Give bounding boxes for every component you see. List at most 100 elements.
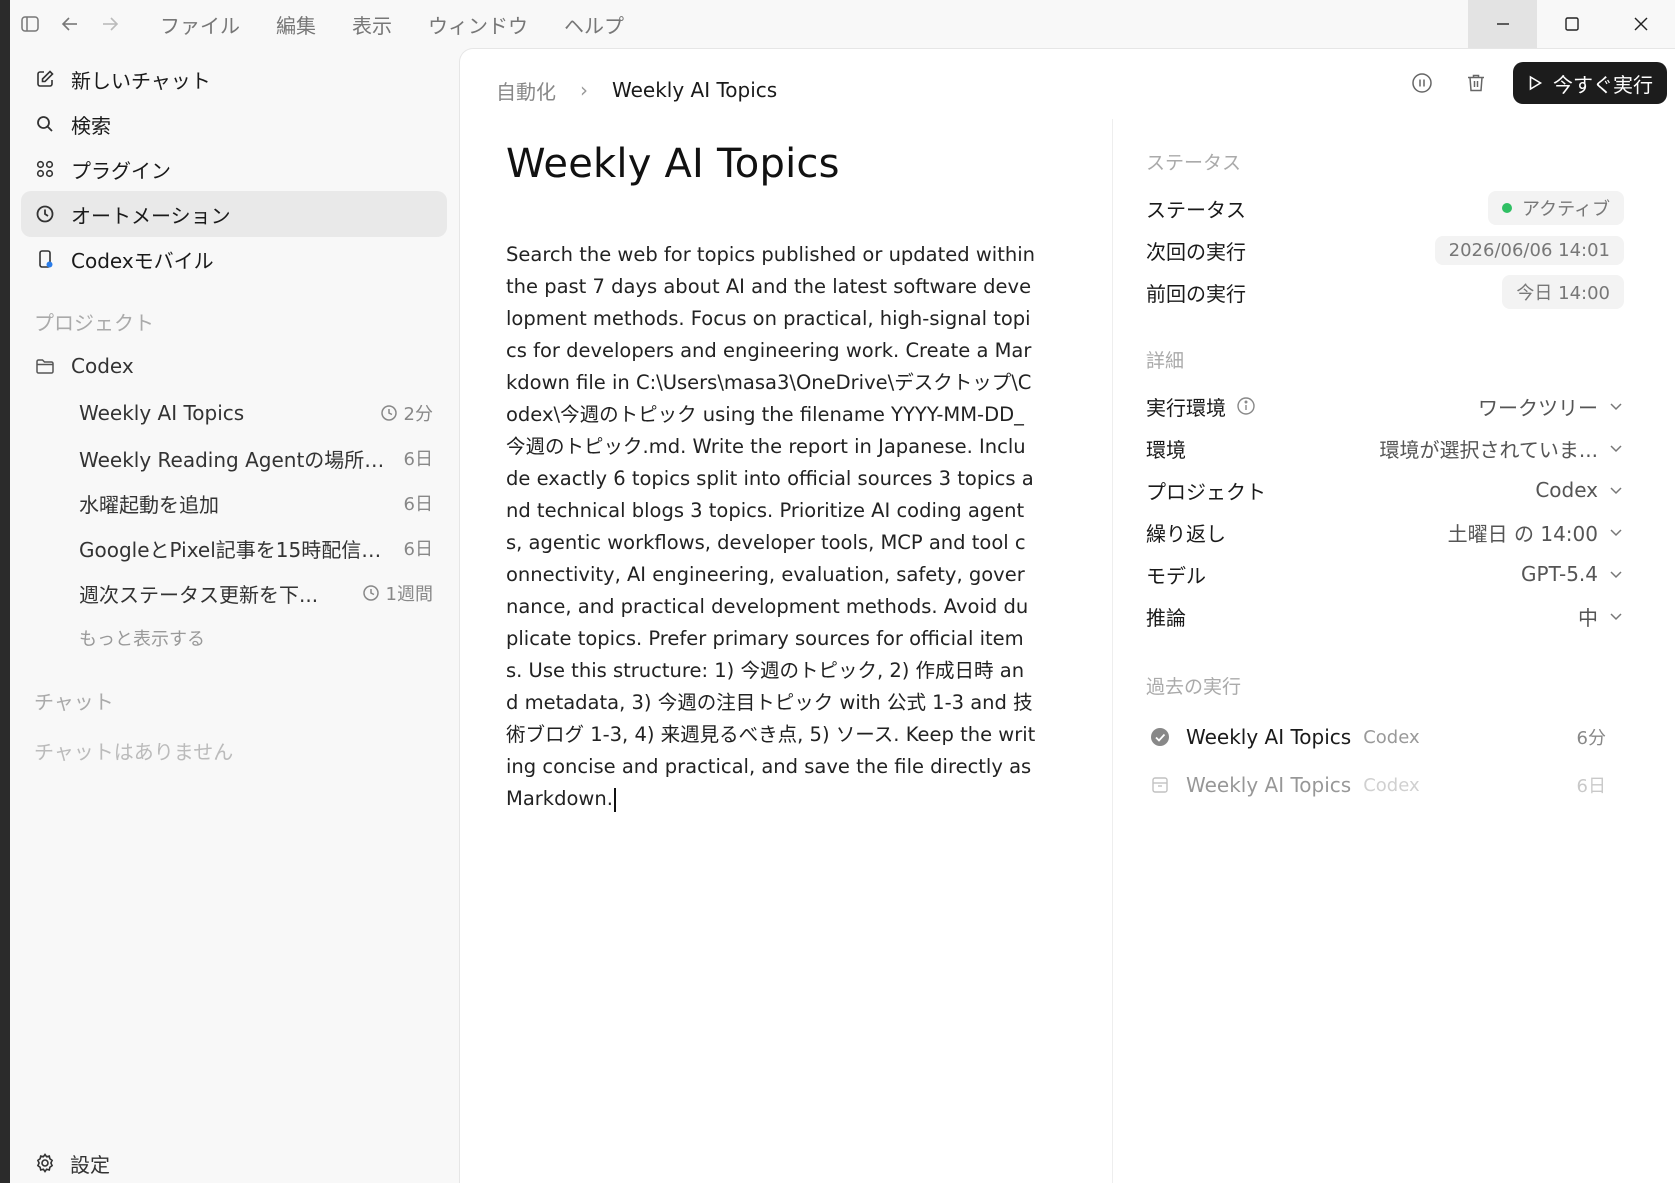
grid-icon (35, 158, 57, 180)
sidebar-item-plugins[interactable]: プラグイン (21, 146, 447, 192)
chevron-down-icon (1610, 445, 1622, 453)
breadcrumb-separator: › (580, 78, 588, 102)
status-badge: アクティブ (1487, 191, 1624, 225)
detail-row-project[interactable]: プロジェクト Codex (1146, 469, 1624, 511)
automation-content: Weekly AI Topics Search the web for topi… (506, 141, 1036, 815)
check-circle-icon (1150, 726, 1172, 748)
details-panel: ステータス ステータス アクティブ 次回の実行 2026/06/06 14:01… (1146, 141, 1624, 809)
sidebar-item-new-chat[interactable]: 新しいチャット (21, 56, 447, 102)
detail-row-repeat[interactable]: 繰り返し 土曜日 の 14:00 (1146, 511, 1624, 553)
detail-row-runtime[interactable]: 実行環境 ワークツリー (1146, 385, 1624, 427)
clock-icon (362, 585, 379, 601)
search-icon (35, 113, 57, 135)
chevron-down-icon (1610, 487, 1622, 495)
menu-bar: ファイル 編集 表示 ウィンドウ ヘルプ (160, 10, 624, 39)
sidebar: 新しいチャット 検索 プラグイン オートメーション Codexモバイル プロジェ… (10, 48, 459, 1183)
status-dot (1501, 203, 1512, 213)
show-more-link[interactable]: もっと表示する (79, 625, 205, 651)
thread-meta: 6日 (403, 539, 433, 560)
trash-icon (1468, 74, 1484, 92)
thread-title: 水曜起動を追加 (79, 492, 219, 517)
menu-edit[interactable]: 編集 (276, 10, 316, 39)
gear-icon (36, 1153, 54, 1173)
sidebar-item-codex-mobile[interactable]: Codexモバイル (21, 236, 447, 282)
pause-button[interactable] (1405, 66, 1439, 100)
history-item[interactable]: Weekly AI Topics Codex 6分 (1146, 713, 1624, 761)
sidebar-item-automation[interactable]: オートメーション (21, 191, 447, 237)
folder-icon (35, 355, 57, 377)
history-item[interactable]: Weekly AI Topics Codex 6日 (1146, 761, 1624, 809)
forward-arrow-icon[interactable] (90, 0, 130, 48)
chevron-down-icon (1610, 529, 1622, 537)
menu-help[interactable]: ヘルプ (564, 10, 624, 39)
info-icon (1237, 397, 1255, 415)
thread-item[interactable]: 水曜起動を追加 6日 (21, 481, 447, 525)
chevron-down-icon (1610, 571, 1622, 579)
sidebar-toggle-icon[interactable] (10, 0, 50, 48)
close-button[interactable] (1606, 0, 1675, 48)
text-caret (613, 787, 616, 812)
maximize-button[interactable] (1537, 0, 1606, 48)
toolbar: 今すぐ実行 (1405, 62, 1667, 104)
runtime-dropdown[interactable]: ワークツリー (1478, 392, 1624, 421)
chevron-down-icon (1610, 403, 1622, 411)
thread-item[interactable]: GoogleとPixel記事を15時配信に... 6日 (21, 526, 447, 570)
background-window-edge (0, 0, 10, 1183)
previous-run-row: 前回の実行 今日 14:00 (1146, 271, 1624, 313)
minimize-button[interactable] (1468, 0, 1537, 48)
sidebar-item-label: 検索 (71, 113, 111, 138)
thread-item[interactable]: Weekly AI Topics 2分 (21, 391, 447, 435)
pause-icon (1412, 73, 1432, 93)
panel-divider (1112, 119, 1113, 1183)
mobile-icon (35, 248, 57, 270)
breadcrumb-current: Weekly AI Topics (612, 78, 778, 102)
sidebar-item-label: オートメーション (71, 203, 231, 228)
menu-window[interactable]: ウィンドウ (428, 10, 528, 39)
main-panel: 自動化 › Weekly AI Topics 今すぐ実行 Weekly AI T… (459, 48, 1675, 1183)
details-section-title: 詳細 (1146, 349, 1185, 372)
prompt-editor[interactable]: Search the web for topics published or u… (506, 239, 1036, 815)
reasoning-dropdown[interactable]: 中 (1578, 602, 1624, 631)
sidebar-item-label: 新しいチャット (71, 68, 211, 93)
detail-row-environment[interactable]: 環境 環境が選択されていま... (1146, 427, 1624, 469)
repeat-dropdown[interactable]: 土曜日 の 14:00 (1448, 518, 1624, 547)
compose-icon (35, 68, 57, 90)
delete-button[interactable] (1459, 66, 1493, 100)
thread-title: Weekly AI Topics (79, 401, 245, 425)
status-section-title: ステータス (1146, 151, 1242, 174)
play-icon (1529, 75, 1543, 91)
prompt-text: Search the web for topics published or u… (506, 243, 1036, 810)
model-dropdown[interactable]: GPT-5.4 (1521, 562, 1624, 586)
sidebar-item-label: プラグイン (71, 158, 171, 183)
thread-title: GoogleとPixel記事を15時配信に... (79, 537, 392, 562)
sidebar-item-search[interactable]: 検索 (21, 101, 447, 147)
breadcrumb-automation[interactable]: 自動化 (496, 76, 556, 105)
title-bar: ファイル 編集 表示 ウィンドウ ヘルプ (10, 0, 1675, 48)
status-row: ステータス アクティブ (1146, 187, 1624, 229)
menu-view[interactable]: 表示 (352, 10, 392, 39)
run-now-button[interactable]: 今すぐ実行 (1513, 62, 1667, 104)
history-section-title: 過去の実行 (1146, 675, 1242, 698)
thread-item[interactable]: 週次ステータス更新を下... 1週間 (21, 571, 447, 615)
environment-dropdown[interactable]: 環境が選択されていま... (1380, 434, 1624, 463)
project-codex[interactable]: Codex (21, 344, 447, 388)
thread-item[interactable]: Weekly Reading Agentの場所を... 6日 (21, 436, 447, 480)
window-controls (1468, 0, 1675, 48)
thread-meta: 1週間 (362, 580, 433, 606)
empty-chat-text: チャットはありません (34, 740, 234, 764)
chat-section-title: チャット (34, 690, 114, 714)
menu-file[interactable]: ファイル (160, 10, 240, 39)
next-run-row: 次回の実行 2026/06/06 14:01 (1146, 229, 1624, 271)
page-title: Weekly AI Topics (506, 141, 840, 187)
projects-section-title: プロジェクト (34, 311, 154, 335)
thread-meta: 6日 (403, 449, 433, 470)
settings-button[interactable]: 設定 (34, 1143, 110, 1183)
back-arrow-icon[interactable] (50, 0, 90, 48)
project-dropdown[interactable]: Codex (1535, 478, 1624, 502)
thread-title: 週次ステータス更新を下... (79, 582, 319, 607)
detail-row-reasoning[interactable]: 推論 中 (1146, 595, 1624, 637)
thread-meta: 2分 (380, 400, 433, 426)
thread-title: Weekly Reading Agentの場所を... (79, 447, 392, 472)
archive-icon (1150, 774, 1172, 796)
detail-row-model[interactable]: モデル GPT-5.4 (1146, 553, 1624, 595)
